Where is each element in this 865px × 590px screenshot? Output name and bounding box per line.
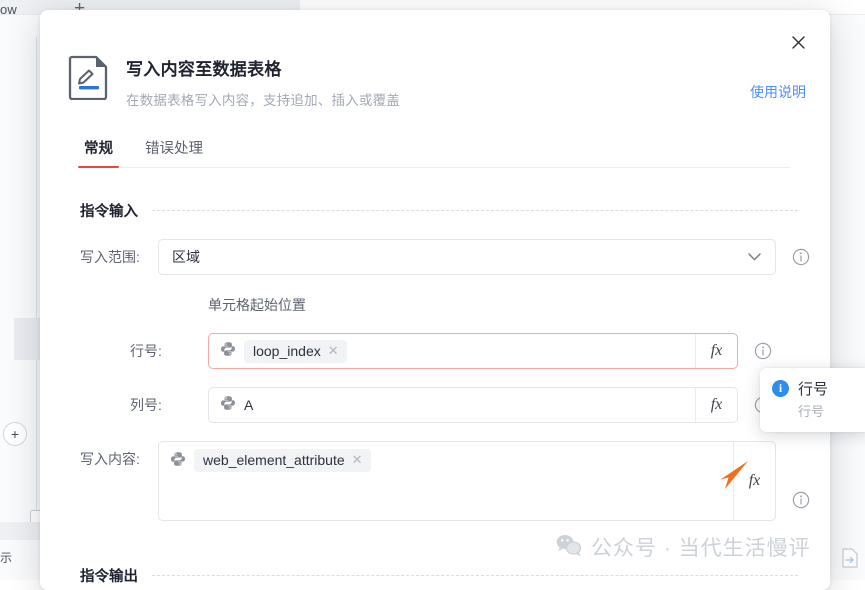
window-title-fragment: ow <box>0 2 17 17</box>
background-foot-label: 示 <box>0 549 12 566</box>
form-row-content: 写入内容: web_element_attribute ✕ fx <box>80 441 810 521</box>
tooltip-title: 行号 <box>798 378 828 399</box>
scope-value: 区域 <box>172 247 200 267</box>
close-small-icon[interactable]: ✕ <box>352 452 363 468</box>
close-icon[interactable] <box>786 30 810 54</box>
form-row-scope: 写入范围: 区域 <box>80 239 810 275</box>
scope-select[interactable]: 区域 <box>158 239 776 275</box>
dialog-header-text: 写入内容至数据表格 在数据表格写入内容，支持追加、插入或覆盖 <box>126 52 400 109</box>
column-fx-button[interactable]: fx <box>695 388 737 422</box>
tab-error-handling[interactable]: 错误处理 <box>141 133 207 167</box>
section-output-title: 指令输出 <box>80 565 138 586</box>
section-input-header: 指令输入 <box>80 200 798 221</box>
variable-chip-label: web_element_attribute <box>203 452 345 468</box>
export-corner-icon[interactable] <box>841 548 859 568</box>
content-textarea[interactable]: web_element_attribute ✕ fx <box>158 441 776 521</box>
info-circle-icon[interactable] <box>792 248 810 266</box>
python-icon <box>220 341 236 362</box>
node-config-dialog: 使用说明 写入内容至数据表格 在数据表格写入内容，支持追加、插入或覆盖 常规 错… <box>40 10 830 590</box>
tooltip-subtitle: 行号 <box>798 401 858 420</box>
section-divider <box>152 210 798 211</box>
label-row-number: 行号: <box>130 333 208 369</box>
close-small-icon[interactable]: ✕ <box>328 343 339 359</box>
row-number-input[interactable]: loop_index ✕ fx <box>208 333 738 369</box>
variable-chip-web-element-attribute[interactable]: web_element_attribute ✕ <box>194 449 371 472</box>
python-icon <box>220 395 236 416</box>
form-row-column-number: 列号: A fx <box>80 387 810 423</box>
add-node-button[interactable]: + <box>3 422 27 446</box>
section-divider <box>152 575 798 576</box>
column-number-value: A <box>244 397 253 413</box>
page-title: 写入内容至数据表格 <box>126 55 400 80</box>
document-edit-icon <box>68 54 110 100</box>
info-circle-icon[interactable] <box>792 491 810 509</box>
dialog-header: 写入内容至数据表格 在数据表格写入内容，支持追加、插入或覆盖 <box>40 10 830 109</box>
flow-connector-line <box>36 37 37 518</box>
chevron-down-icon[interactable] <box>748 248 761 266</box>
info-badge-icon: i <box>772 380 789 397</box>
variable-chip-label: loop_index <box>253 343 321 359</box>
content-fx-button[interactable]: fx <box>733 442 775 520</box>
python-icon <box>170 451 186 472</box>
tab-general[interactable]: 常规 <box>80 133 117 167</box>
section-input-title: 指令输入 <box>80 200 138 221</box>
label-scope: 写入范围: <box>80 239 158 275</box>
page-subtitle: 在数据表格写入内容，支持追加、插入或覆盖 <box>126 89 400 109</box>
label-content: 写入内容: <box>80 441 158 477</box>
cell-start-caption: 单元格起始位置 <box>208 295 830 315</box>
section-output-header: 指令输出 <box>80 565 798 586</box>
column-number-input[interactable]: A fx <box>208 387 738 423</box>
form-row-row-number: 行号: loop_index ✕ fx <box>80 333 810 369</box>
tooltip-heading: i 行号 <box>772 378 858 399</box>
help-link[interactable]: 使用说明 <box>750 82 806 102</box>
info-circle-icon[interactable] <box>754 342 772 360</box>
row-number-tooltip: i 行号 行号 <box>760 368 865 432</box>
label-column-number: 列号: <box>130 387 208 423</box>
row-fx-button[interactable]: fx <box>695 334 737 368</box>
dialog-tabs: 常规 错误处理 <box>80 133 790 168</box>
variable-chip-loop-index[interactable]: loop_index ✕ <box>244 340 347 363</box>
